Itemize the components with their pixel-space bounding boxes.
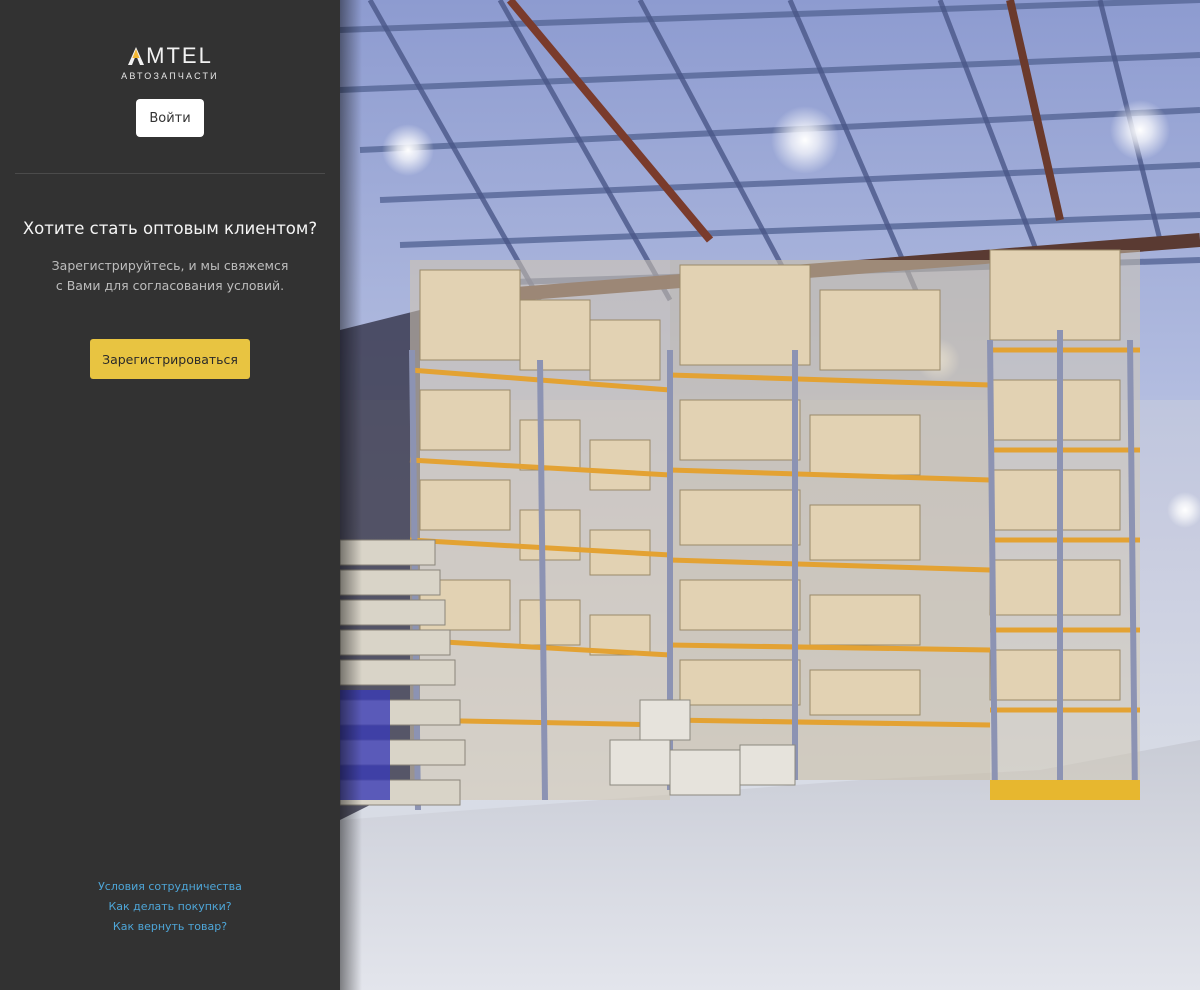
logo-a-mark-icon	[127, 46, 145, 66]
divider	[15, 173, 325, 174]
promo-text: Зарегистрируйтесь, и мы свяжемся с Вами …	[0, 256, 340, 296]
link-how-to-buy[interactable]: Как делать покупки?	[0, 897, 340, 917]
brand-name: MTEL	[146, 43, 213, 68]
register-button[interactable]: Зарегистрироваться	[90, 339, 250, 379]
link-how-to-return[interactable]: Как вернуть товар?	[0, 917, 340, 937]
hero-edge-shadow	[340, 0, 362, 990]
link-cooperation-terms[interactable]: Условия сотрудничества	[0, 877, 340, 897]
login-button[interactable]: Войти	[136, 99, 204, 137]
promo-title: Хотите стать оптовым клиентом?	[22, 219, 318, 238]
promo-text-line: с Вами для согласования условий.	[55, 278, 285, 293]
promo-text-line: Зарегистрируйтесь, и мы свяжемся	[51, 258, 289, 273]
footer-links: Условия сотрудничества Как делать покупк…	[0, 877, 340, 937]
brand-tagline: АВТОЗАПЧАСТИ	[121, 71, 219, 81]
warehouse-photo	[340, 0, 1200, 990]
sidebar: MTEL АВТОЗАПЧАСТИ Войти Хотите стать опт…	[0, 0, 340, 990]
warehouse-illustration	[340, 0, 1200, 990]
brand-logo[interactable]: MTEL АВТОЗАПЧАСТИ	[0, 43, 340, 82]
